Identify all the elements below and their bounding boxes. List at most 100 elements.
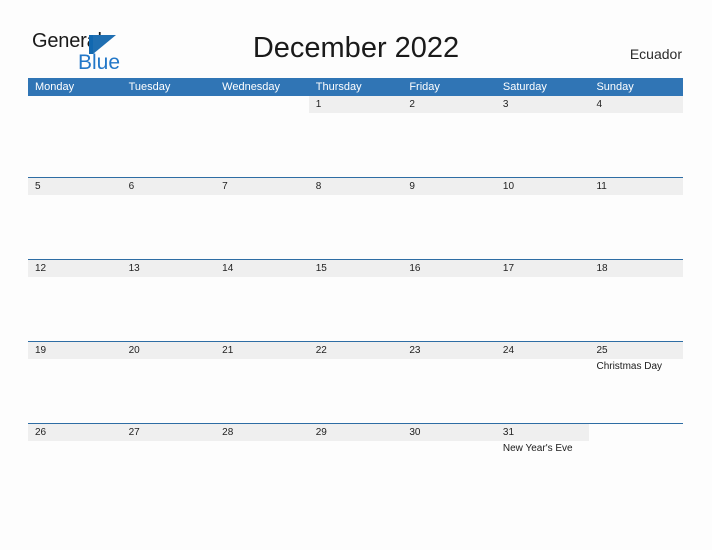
day-cell-empty	[28, 96, 122, 177]
day-number-band	[589, 96, 684, 113]
day-cell-5[interactable]: 5	[28, 178, 122, 259]
day-cell-13[interactable]: 13	[121, 260, 216, 341]
day-number-band	[308, 96, 403, 113]
day-event-label: New Year's Eve	[502, 443, 573, 454]
page-header: General Blue December 2022 Ecuador	[0, 0, 712, 78]
day-cell-25[interactable]: 25 Christmas Day	[589, 342, 684, 423]
day-cell-6[interactable]: 6	[121, 178, 216, 259]
calendar-week-row: 26 27 28 29 30 31 New Year's Eve	[28, 423, 683, 505]
day-cell-4[interactable]: 4	[589, 96, 684, 177]
weekday-header-wednesday: Wednesday	[222, 81, 281, 93]
day-cell-24[interactable]: 24	[495, 342, 590, 423]
calendar-week-row: 1 2 3 4	[28, 96, 684, 177]
day-number: 16	[409, 263, 421, 274]
page-title: December 2022	[252, 32, 460, 64]
country-label: Ecuador	[629, 46, 682, 62]
day-cell-16[interactable]: 16	[402, 260, 496, 341]
day-cell-29[interactable]: 29	[308, 424, 403, 505]
day-number: 20	[128, 345, 140, 356]
day-number: 15	[315, 263, 327, 274]
week-cells: 19 20 21 22 23 24 25 Christmas Day	[28, 342, 684, 423]
day-number: 30	[409, 427, 421, 438]
day-cell-27[interactable]: 27	[121, 424, 216, 505]
day-number-band	[215, 178, 309, 195]
day-number: 13	[128, 263, 140, 274]
day-number: 21	[222, 345, 234, 356]
weekday-header-monday: Monday	[35, 81, 75, 93]
day-cell-empty	[122, 96, 216, 177]
day-cell-14[interactable]: 14	[215, 260, 309, 341]
day-number-band	[495, 96, 590, 113]
day-cell-empty	[215, 96, 309, 177]
day-number: 23	[409, 345, 421, 356]
weekday-header-tuesday: Tuesday	[128, 81, 171, 93]
day-cell-31[interactable]: 31 New Year's Eve	[495, 424, 590, 505]
day-cell-17[interactable]: 17	[495, 260, 590, 341]
day-number: 10	[502, 181, 515, 192]
weekday-header-friday: Friday	[409, 81, 440, 93]
day-number: 1	[315, 99, 322, 110]
week-cells: 12 13 14 15 16 17 18	[28, 260, 684, 341]
day-number-band	[402, 96, 496, 113]
day-number-band	[308, 178, 403, 195]
day-cell-19[interactable]: 19	[28, 342, 122, 423]
day-cell-21[interactable]: 21	[215, 342, 309, 423]
day-cell-15[interactable]: 15	[308, 260, 403, 341]
day-number: 2	[409, 99, 415, 110]
day-cell-10[interactable]: 10	[495, 178, 590, 259]
day-number: 27	[128, 427, 140, 438]
day-number: 24	[502, 345, 515, 356]
week-cells: 26 27 28 29 30 31 New Year's Eve	[28, 424, 683, 505]
day-cell-11[interactable]: 11	[589, 178, 684, 259]
day-cell-30[interactable]: 30	[402, 424, 496, 505]
day-cell-1[interactable]: 1	[308, 96, 403, 177]
day-event-label: Christmas Day	[596, 361, 663, 372]
day-cell-12[interactable]: 12	[28, 260, 122, 341]
day-number-band	[28, 178, 122, 195]
day-cell-7[interactable]: 7	[215, 178, 309, 259]
day-number: 14	[222, 263, 234, 274]
day-cell-9[interactable]: 9	[402, 178, 496, 259]
calendar-week-row: 12 13 14 15 16 17 18	[28, 259, 684, 341]
day-number: 25	[596, 345, 608, 356]
day-cell-22[interactable]: 22	[308, 342, 403, 423]
day-number: 19	[35, 345, 47, 356]
calendar-week-row: 19 20 21 22 23 24 25 Christmas Day	[28, 341, 684, 423]
calendar-grid: Monday Tuesday Wednesday Thursday Friday Satu…	[28, 78, 684, 505]
day-number: 8	[315, 181, 322, 192]
calendar-weeks: 1 2 3 4 5 6 7 8 9 10 11 12 13 14 15 16 17 18 19 20 21 22 23 24 2…	[28, 96, 684, 505]
day-cell-3[interactable]: 3	[495, 96, 590, 177]
day-number: 4	[596, 99, 603, 110]
day-cell-2[interactable]: 2	[402, 96, 496, 177]
day-number: 9	[409, 181, 415, 192]
week-cells: 5 6 7 8 9 10 11	[28, 178, 684, 259]
day-number: 12	[35, 263, 47, 274]
day-number: 22	[315, 345, 327, 356]
day-number: 7	[222, 181, 228, 192]
day-number-band	[121, 178, 216, 195]
day-number: 3	[502, 99, 509, 110]
day-cell-23[interactable]: 23	[402, 342, 496, 423]
day-number: 28	[222, 427, 234, 438]
weekday-header-saturday: Saturday	[502, 81, 547, 93]
calendar-page: General Blue December 2022 Ecuador Monda…	[0, 0, 712, 550]
day-cell-28[interactable]: 28	[215, 424, 309, 505]
day-number: 31	[502, 427, 515, 438]
day-number-band	[402, 178, 496, 195]
calendar-week-row: 5 6 7 8 9 10 11	[28, 177, 684, 259]
day-cell-18[interactable]: 18	[589, 260, 684, 341]
day-number: 5	[35, 181, 41, 192]
weekday-header-row: Monday Tuesday Wednesday Thursday Friday Satu…	[28, 78, 683, 96]
day-number: 11	[596, 181, 607, 192]
day-number: 17	[502, 263, 515, 274]
day-number: 6	[128, 181, 135, 192]
week-cells: 1 2 3 4	[28, 96, 684, 177]
weekday-header-sunday: Sunday	[596, 81, 634, 93]
day-number: 26	[35, 427, 47, 438]
day-number: 29	[315, 427, 327, 438]
day-cell-8[interactable]: 8	[308, 178, 403, 259]
weekday-header-thursday: Thursday	[315, 81, 362, 93]
day-cell-26[interactable]: 26	[28, 424, 122, 505]
day-cell-20[interactable]: 20	[121, 342, 216, 423]
day-cell-empty	[589, 424, 683, 505]
